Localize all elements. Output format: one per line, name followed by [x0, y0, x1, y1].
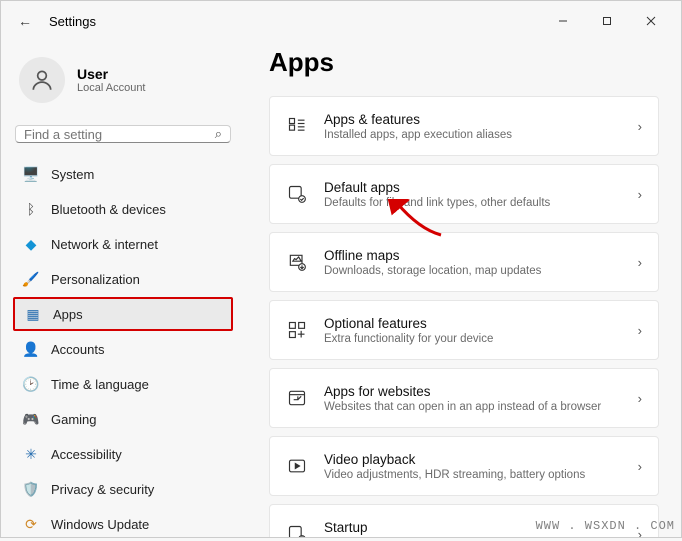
search-input[interactable] [24, 127, 215, 142]
minimize-button[interactable] [541, 5, 585, 37]
search-box[interactable]: ⌕ [15, 125, 231, 143]
card-icon [286, 252, 308, 272]
nav-icon: 🕑 [23, 376, 39, 392]
card-title: Optional features [324, 316, 622, 331]
card-subtitle: Apps that start automatically when you s… [324, 537, 622, 538]
card-subtitle: Downloads, storage location, map updates [324, 265, 622, 277]
card-subtitle: Installed apps, app execution aliases [324, 129, 622, 141]
sidebar-item-personalization[interactable]: 🖌️ Personalization [13, 262, 233, 296]
sidebar-item-label: Accessibility [51, 447, 122, 462]
card-icon [286, 184, 308, 204]
page-title: Apps [269, 47, 659, 78]
settings-card-optional-features[interactable]: Optional features Extra functionality for… [269, 300, 659, 360]
sidebar-item-apps[interactable]: ▦ Apps [13, 297, 233, 331]
settings-cards: Apps & features Installed apps, app execu… [269, 96, 659, 537]
avatar [19, 57, 65, 103]
sidebar-item-label: Personalization [51, 272, 140, 287]
chevron-right-icon: › [638, 459, 642, 474]
nav-icon: ▦ [25, 306, 41, 322]
sidebar-item-label: Apps [53, 307, 83, 322]
main-content: Apps Apps & features Installed apps, app … [241, 41, 681, 537]
settings-card-apps-for-websites[interactable]: Apps for websites Websites that can open … [269, 368, 659, 428]
sidebar-item-label: Windows Update [51, 517, 149, 532]
card-title: Offline maps [324, 248, 622, 263]
title-bar: ← Settings [1, 1, 681, 41]
settings-card-default-apps[interactable]: Default apps Defaults for file and link t… [269, 164, 659, 224]
card-subtitle: Websites that can open in an app instead… [324, 401, 622, 413]
nav-icon: ⟳ [23, 516, 39, 532]
sidebar-item-gaming[interactable]: 🎮 Gaming [13, 402, 233, 436]
sidebar-item-system[interactable]: 🖥️ System [13, 157, 233, 191]
chevron-right-icon: › [638, 119, 642, 134]
sidebar: User Local Account ⌕ 🖥️ System ᛒ Bluetooth … [1, 41, 241, 537]
nav-icon: ◆ [23, 236, 39, 252]
card-title: Default apps [324, 180, 622, 195]
back-button[interactable]: ← [9, 13, 41, 29]
sidebar-item-accounts[interactable]: 👤 Accounts [13, 332, 233, 366]
sidebar-item-label: Bluetooth & devices [51, 202, 166, 217]
nav-icon: ᛒ [23, 201, 39, 217]
nav-icon: 👤 [23, 341, 39, 357]
nav-icon: 🖌️ [23, 271, 39, 287]
chevron-right-icon: › [638, 391, 642, 406]
nav-icon: 🖥️ [23, 166, 39, 182]
nav-icon: ✳ [23, 446, 39, 462]
card-icon [286, 320, 308, 340]
sidebar-nav: 🖥️ System ᛒ Bluetooth & devices ◆ Network & i… [13, 157, 233, 541]
user-subtitle: Local Account [77, 82, 146, 94]
user-block[interactable]: User Local Account [13, 49, 233, 119]
settings-card-apps-features[interactable]: Apps & features Installed apps, app execu… [269, 96, 659, 156]
sidebar-item-privacy-security[interactable]: 🛡️ Privacy & security [13, 472, 233, 506]
card-subtitle: Video adjustments, HDR streaming, batter… [324, 469, 622, 481]
search-icon: ⌕ [215, 126, 222, 142]
chevron-right-icon: › [638, 323, 642, 338]
sidebar-item-label: Network & internet [51, 237, 158, 252]
sidebar-item-label: Gaming [51, 412, 97, 427]
window-title: Settings [49, 14, 96, 29]
card-title: Apps & features [324, 112, 622, 127]
sidebar-item-network-internet[interactable]: ◆ Network & internet [13, 227, 233, 261]
card-icon [286, 116, 308, 136]
sidebar-item-accessibility[interactable]: ✳ Accessibility [13, 437, 233, 471]
card-title: Apps for websites [324, 384, 622, 399]
sidebar-item-time-language[interactable]: 🕑 Time & language [13, 367, 233, 401]
user-name: User [77, 66, 146, 82]
sidebar-item-label: Accounts [51, 342, 104, 357]
watermark: WWW . WSXDN . COM [536, 519, 675, 533]
card-subtitle: Extra functionality for your device [324, 333, 622, 345]
card-subtitle: Defaults for file and link types, other … [324, 197, 622, 209]
settings-card-video-playback[interactable]: Video playback Video adjustments, HDR str… [269, 436, 659, 496]
nav-icon: 🎮 [23, 411, 39, 427]
card-icon [286, 524, 308, 537]
sidebar-item-windows-update[interactable]: ⟳ Windows Update [13, 507, 233, 541]
window-controls [541, 5, 673, 37]
maximize-button[interactable] [585, 5, 629, 37]
nav-icon: 🛡️ [23, 481, 39, 497]
sidebar-item-label: Time & language [51, 377, 149, 392]
sidebar-item-label: Privacy & security [51, 482, 154, 497]
chevron-right-icon: › [638, 255, 642, 270]
card-icon [286, 456, 308, 476]
chevron-right-icon: › [638, 187, 642, 202]
card-icon [286, 388, 308, 408]
close-button[interactable] [629, 5, 673, 37]
sidebar-item-bluetooth-devices[interactable]: ᛒ Bluetooth & devices [13, 192, 233, 226]
sidebar-item-label: System [51, 167, 94, 182]
card-title: Video playback [324, 452, 622, 467]
settings-card-offline-maps[interactable]: Offline maps Downloads, storage location,… [269, 232, 659, 292]
